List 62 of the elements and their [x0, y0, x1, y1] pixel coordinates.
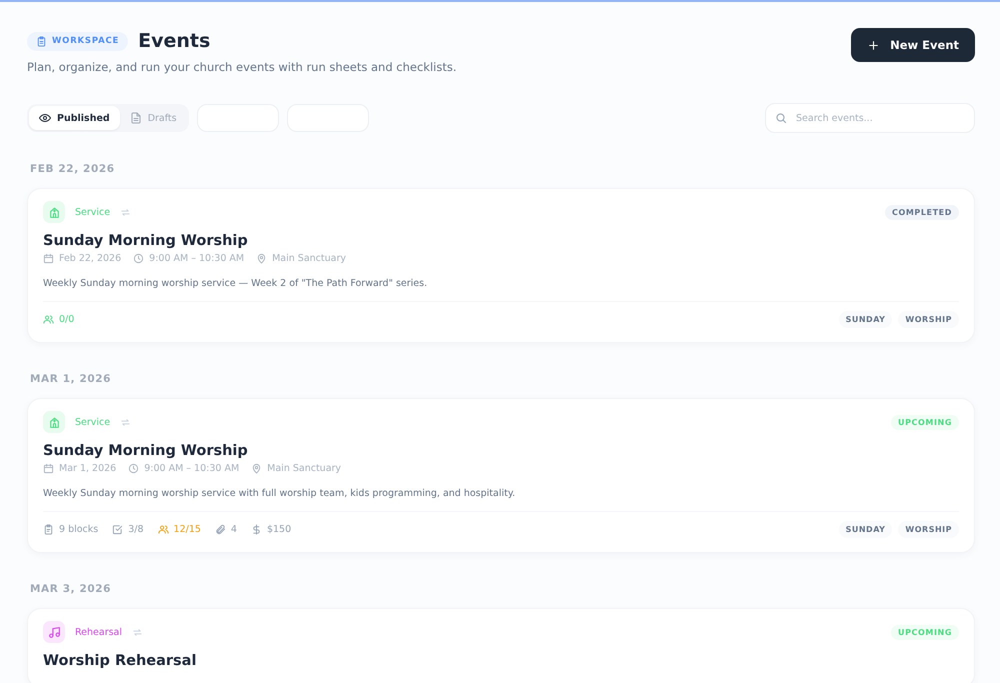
event-title[interactable]: Sunday Morning Worship [43, 443, 959, 459]
stat-value: 9 blocks [59, 524, 98, 535]
tag-label: WORSHIP [898, 521, 959, 538]
repeat-icon [120, 206, 132, 218]
new-event-button[interactable]: New Event [851, 28, 975, 62]
calendar-icon [43, 463, 54, 474]
page-subtitle: Plan, organize, and run your church events with run sheets and checklists. [27, 60, 456, 74]
location-pin-icon [256, 253, 268, 264]
event-time: 9:00 AM – 10:30 AM [149, 253, 244, 264]
stat-value: $150 [266, 524, 292, 535]
event-description: Weekly Sunday morning worship service — Week 2 of "The Path Forward" series. [43, 278, 428, 289]
tag-label: SUNDAY [838, 521, 892, 538]
status-label: COMPLETED [884, 204, 959, 220]
page-title: Events [138, 30, 210, 52]
search-icon [775, 112, 787, 124]
date-heading: MAR 1, 2026 [30, 373, 112, 385]
stat-value: 0/0 [59, 314, 74, 325]
tag-label: SUNDAY [838, 311, 892, 328]
badge-label: WORKSPACE [52, 36, 120, 46]
search-field[interactable]: Search events... [765, 103, 975, 133]
category-label: Service [75, 206, 110, 218]
stat-value: 3/8 [128, 524, 144, 535]
status-label: UPCOMING [890, 624, 959, 640]
church-icon [48, 416, 60, 428]
people-icon [43, 314, 54, 325]
location-pin-icon [251, 463, 262, 474]
category-label: Service [75, 416, 110, 428]
status-label: UPCOMING [890, 414, 959, 430]
people-icon [158, 524, 169, 535]
eye-icon [39, 112, 51, 124]
repeat-icon [132, 626, 144, 638]
event-card[interactable]: Rehearsal UPCOMING Worship Rehearsal [27, 608, 975, 683]
stat-value: 4 [230, 524, 237, 535]
checkbox-icon [112, 524, 124, 535]
dollar-icon [250, 524, 262, 535]
date-heading: FEB 22, 2026 [30, 163, 116, 175]
category-label: Rehearsal [75, 626, 122, 638]
event-title[interactable]: Worship Rehearsal [43, 653, 959, 669]
paperclip-icon [214, 524, 226, 535]
plus-icon [867, 38, 880, 52]
date-heading: MAR 3, 2026 [30, 583, 112, 595]
event-card[interactable] [27, 398, 975, 553]
stat-value: 12/15 [174, 524, 201, 535]
event-date: Mar 1, 2026 [59, 463, 116, 474]
repeat-icon [120, 416, 132, 428]
document-icon [130, 112, 142, 124]
event-date: Feb 22, 2026 [59, 253, 122, 264]
clock-icon [128, 463, 140, 474]
tag-label: WORSHIP [898, 311, 959, 328]
clipboard-icon [43, 524, 54, 535]
event-description: Weekly Sunday morning worship service with full worship team, kids programming, and hospitality. [43, 488, 516, 499]
event-time: 9:00 AM – 10:30 AM [144, 463, 240, 474]
clock-icon [133, 253, 144, 264]
event-location: Main Sanctuary [272, 253, 346, 264]
clipboard-icon [36, 36, 47, 46]
event-title[interactable]: Sunday Morning Worship [43, 233, 959, 249]
church-icon [48, 206, 60, 218]
event-card[interactable]: Service COMPLETED Sunday Morning Worship Feb 22, 2026 9:00 AM – 10:30 AM Main Sanctuary Weekly Sunday morning worship service — Week 2 of "The Path Forward" series. 0/0 SUNDAY WORSHIP [27, 188, 975, 343]
filter-tab[interactable]: Published [29, 106, 120, 130]
calendar-icon [43, 253, 54, 264]
event-location: Main Sanctuary [267, 463, 342, 474]
music-note-icon [48, 626, 60, 638]
